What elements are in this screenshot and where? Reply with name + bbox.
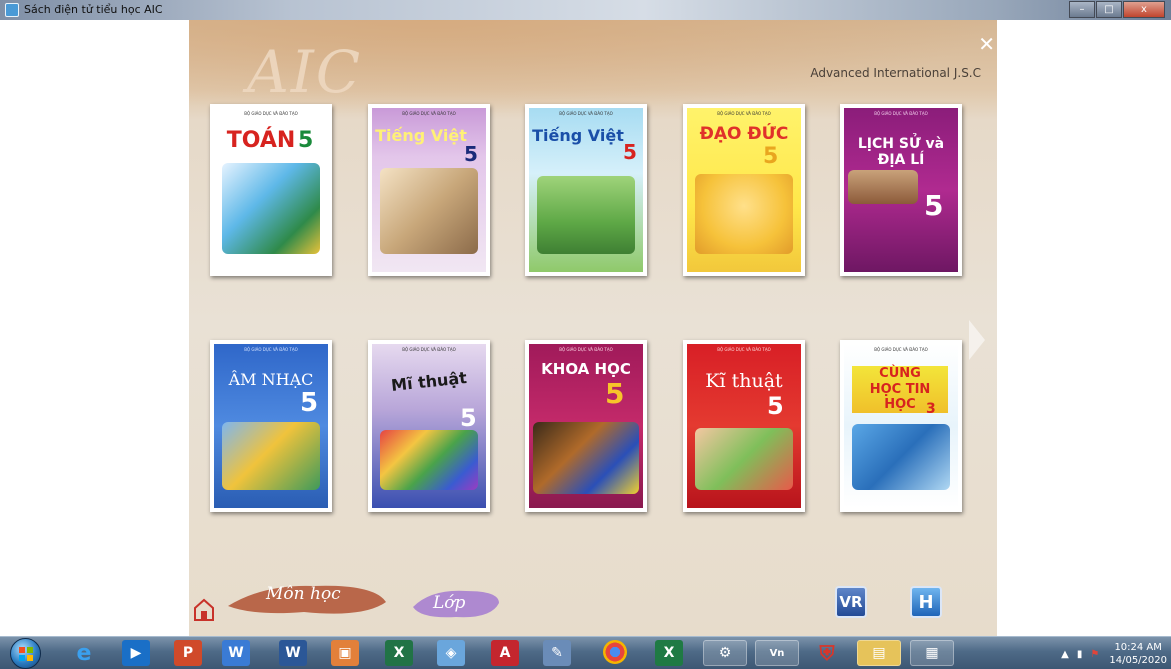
home-icon [194, 598, 214, 621]
windows-logo-icon [18, 646, 33, 661]
book-toan[interactable]: BỘ GIÁO DỤC VÀ ĐÀO TẠO TOÁN 5 [210, 104, 332, 276]
internet-explorer-icon[interactable]: e [70, 640, 98, 666]
book-grade: 5 [605, 377, 625, 410]
next-page-arrow-icon[interactable] [969, 320, 985, 360]
book-mi-thuat[interactable]: BỘ GIÁO DỤC VÀ ĐÀO TẠO Mĩ thuật 5 [368, 340, 490, 512]
book-cover-art [533, 422, 639, 494]
book-title: Kĩ thuật [705, 370, 783, 392]
clock-date: 14/05/2020 [1109, 655, 1167, 666]
wordpad-icon[interactable]: W [222, 640, 250, 666]
system-tray: ▲ ▮ ⚑ 10:24 AM 14/05/2020 [1053, 640, 1167, 668]
help-button[interactable]: H [910, 586, 942, 618]
chrome-icon[interactable] [603, 640, 627, 664]
window-close-button[interactable]: x [1123, 1, 1165, 18]
presentation-icon[interactable]: ▣ [331, 640, 359, 666]
book-publisher: BỘ GIÁO DỤC VÀ ĐÀO TẠO [402, 347, 456, 352]
book-grade: 5 [460, 404, 477, 432]
book-publisher: BỘ GIÁO DỤC VÀ ĐÀO TẠO [874, 111, 928, 116]
book-cung-hoc-tin-hoc[interactable]: BỘ GIÁO DỤC VÀ ĐÀO TẠO CÙNG HỌC TIN HỌC … [840, 340, 962, 512]
file-explorer-icon[interactable]: ▤ [857, 640, 901, 666]
book-grade: 5 [298, 128, 314, 153]
book-cover-art [222, 163, 320, 254]
taskbar-app-active[interactable]: ⚙ [703, 640, 747, 666]
book-grade: 5 [767, 392, 784, 420]
subjects-tab[interactable]: Môn học [224, 576, 389, 620]
vn-app-icon[interactable]: Vn [755, 640, 799, 666]
help-label: H [918, 591, 934, 613]
action-center-flag-icon[interactable]: ⚑ [1090, 649, 1099, 660]
grade-tab[interactable]: Lớp [411, 585, 501, 621]
book-cover-art [222, 422, 320, 490]
book-khoa-hoc[interactable]: BỘ GIÁO DỤC VÀ ĐÀO TẠO KHOA HỌC 5 [525, 340, 647, 512]
book-ki-thuat[interactable]: BỘ GIÁO DỤC VÀ ĐÀO TẠO Kĩ thuật 5 [683, 340, 805, 512]
book-publisher: BỘ GIÁO DỤC VÀ ĐÀO TẠO [244, 111, 298, 116]
taskbar: e ▶ P W W ▣ X ◈ A ✎ X ⚙ Vn ⛨ ▤ ▦ ▲ ▮ ⚑ 1… [0, 636, 1171, 669]
media-player-icon[interactable]: ▶ [122, 640, 150, 666]
network-icon[interactable]: ▮ [1077, 649, 1083, 660]
book-publisher: BỘ GIÁO DỤC VÀ ĐÀO TẠO [717, 347, 771, 352]
excel-icon[interactable]: X [385, 640, 413, 666]
vr-label: VR [839, 593, 863, 611]
book-title: Tiếng Việt [375, 126, 467, 145]
company-name: Advanced International J.S.C [810, 66, 981, 80]
book-grade: 5 [924, 189, 944, 222]
book-cover-art [537, 176, 635, 254]
window-titlebar: Sách điện tử tiểu học AIC – □ x [0, 0, 1171, 20]
start-button[interactable] [10, 638, 41, 669]
book-tieng-viet-1[interactable]: BỘ GIÁO DỤC VÀ ĐÀO TẠO Tiếng Việt 5 [368, 104, 490, 276]
maximize-button[interactable]: □ [1096, 1, 1122, 18]
book-publisher: BỘ GIÁO DỤC VÀ ĐÀO TẠO [244, 347, 298, 352]
book-title: ĐẠO ĐỨC [699, 124, 789, 144]
book-am-nhac[interactable]: BỘ GIÁO DỤC VÀ ĐÀO TẠO ÂM NHẠC 5 [210, 340, 332, 512]
book-grade: 5 [623, 140, 637, 164]
book-cover-art [852, 424, 950, 490]
ebook-app-icon[interactable]: ▦ [910, 640, 954, 666]
book-lich-su-dia-li[interactable]: BỘ GIÁO DỤC VÀ ĐÀO TẠO LỊCH SỬ và ĐỊA LÍ… [840, 104, 962, 276]
book-publisher: BỘ GIÁO DỤC VÀ ĐÀO TẠO [559, 347, 613, 352]
subjects-label: Môn học [266, 584, 341, 604]
book-grade: 5 [464, 142, 478, 166]
app-icon [5, 3, 19, 17]
book-publisher: BỘ GIÁO DỤC VÀ ĐÀO TẠO [717, 111, 771, 116]
book-publisher: BỘ GIÁO DỤC VÀ ĐÀO TẠO [559, 111, 613, 116]
book-grade: 5 [763, 144, 779, 169]
window-title: Sách điện tử tiểu học AIC [24, 3, 163, 16]
book-title: Tiếng Việt [532, 126, 624, 145]
book-title: Mĩ thuật [390, 368, 468, 395]
book-title: LỊCH SỬ và ĐỊA LÍ [857, 136, 945, 169]
app-close-button[interactable]: ✕ [978, 34, 995, 54]
clock[interactable]: 10:24 AM 14/05/2020 [1109, 641, 1167, 667]
book-cover-art [380, 430, 478, 490]
book-grade: 3 [926, 401, 936, 417]
book-publisher: BỘ GIÁO DỤC VÀ ĐÀO TẠO [402, 111, 456, 116]
aic-logo: AIC [247, 38, 363, 106]
book-cover-art [695, 428, 793, 490]
book-cover-art [848, 170, 918, 204]
app-icon[interactable]: ◈ [437, 640, 465, 666]
book-publisher: BỘ GIÁO DỤC VÀ ĐÀO TẠO [874, 347, 928, 352]
book-cover-art [380, 168, 478, 254]
app-canvas: AIC Advanced International J.S.C ✕ BỘ GI… [189, 20, 997, 636]
tools-icon[interactable]: ✎ [543, 640, 571, 666]
window-controls: – □ x [1068, 1, 1165, 18]
excel-icon[interactable]: X [655, 640, 683, 666]
book-tieng-viet-2[interactable]: BỘ GIÁO DỤC VÀ ĐÀO TẠO Tiếng Việt 5 [525, 104, 647, 276]
book-title: ÂM NHẠC [228, 370, 314, 389]
book-dao-duc[interactable]: BỘ GIÁO DỤC VÀ ĐÀO TẠO ĐẠO ĐỨC 5 [683, 104, 805, 276]
minimize-button[interactable]: – [1069, 1, 1095, 18]
powerpoint-icon[interactable]: P [174, 640, 202, 666]
show-hidden-icons-icon[interactable]: ▲ [1061, 649, 1069, 660]
book-grade: 5 [300, 388, 319, 418]
word-icon[interactable]: W [279, 640, 307, 666]
grade-label: Lớp [433, 593, 466, 613]
shield-icon[interactable]: ⛨ [813, 640, 841, 666]
clock-time: 10:24 AM [1114, 642, 1162, 653]
vr-button[interactable]: VR [835, 586, 867, 618]
book-title: KHOA HỌC [541, 360, 631, 378]
book-cover-art [695, 174, 793, 254]
acrobat-icon[interactable]: A [491, 640, 519, 666]
home-button[interactable] [193, 598, 215, 622]
